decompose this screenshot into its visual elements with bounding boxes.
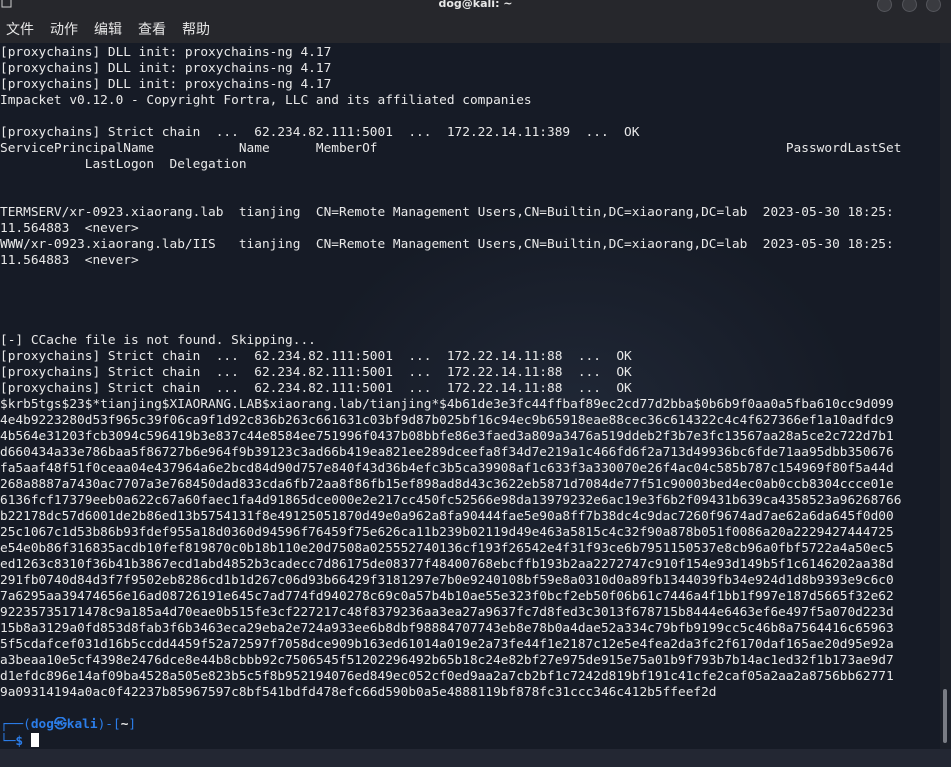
menu-action[interactable]: 动作: [48, 19, 80, 39]
terminal-line: 92235735171478c9a185a4d70eae0b515fe3cf22…: [0, 605, 894, 620]
terminal-scrollbar[interactable]: [940, 43, 951, 749]
taskbar-strip: [0, 749, 951, 767]
terminal-line: TERMSERV/xr-0923.xiaorang.lab tianjing C…: [0, 205, 894, 220]
terminal-line: 9a09314194a0ac0f42237b85967597c8bf541bdf…: [0, 685, 717, 700]
terminal-line: Impacket v0.12.0 - Copyright Fortra, LLC…: [0, 93, 532, 108]
scrollbar-thumb[interactable]: [943, 689, 947, 743]
terminal-line: [proxychains] DLL init: proxychains-ng 4…: [0, 45, 332, 60]
prompt-line-2[interactable]: └─$: [0, 733, 940, 749]
terminal-line: a3beaa10e5cf4398e2476dce8e44b8cbbb92c750…: [0, 653, 894, 668]
terminal-lines: [proxychains] DLL init: proxychains-ng 4…: [0, 45, 940, 749]
column-rule-row-2: [0, 189, 940, 205]
minimize-button[interactable]: [877, 0, 892, 12]
terminal-line: [-] CCache file is not found. Skipping..…: [0, 333, 316, 348]
terminal-line: WWW/xr-0923.xiaorang.lab/IIS tianjing CN…: [0, 237, 894, 252]
text-cursor: [30, 733, 39, 747]
window-titlebar: dog@kali: ~: [0, 0, 951, 14]
terminal-output[interactable]: [proxychains] DLL init: proxychains-ng 4…: [0, 43, 940, 749]
column-rule-row: [0, 173, 940, 189]
terminal-line: [proxychains] DLL init: proxychains-ng 4…: [0, 77, 332, 92]
terminal-line: [proxychains] Strict chain ... 62.234.82…: [0, 125, 640, 140]
menu-bar: 文件 动作 编辑 查看 帮助: [0, 14, 951, 43]
terminal-line: [proxychains] DLL init: proxychains-ng 4…: [0, 61, 332, 76]
terminal-line: [proxychains] Strict chain ... 62.234.82…: [0, 349, 632, 364]
terminal-line: 291fb0740d84d3f7f9502eb8286cd1b1d267c06d…: [0, 573, 894, 588]
menu-edit[interactable]: 编辑: [92, 19, 124, 39]
terminal-line: 7a6295aa39474656e16ad08726191e645c7ad774…: [0, 589, 894, 604]
terminal-line: 4e4b9223280d53f965c39f06ca9f1d92c836b263…: [0, 413, 894, 428]
terminal-line: b22178dc57d6001de2b86ed13b5754131f8e4912…: [0, 509, 894, 524]
terminal-line: fa5aaf48f51f0ceaa04e437964a6e2bcd84d90d7…: [0, 461, 894, 476]
terminal-line: [proxychains] Strict chain ... 62.234.82…: [0, 365, 632, 380]
terminal-line: LastLogon Delegation: [0, 157, 247, 172]
terminal-line: [proxychains] Strict chain ... 62.234.82…: [0, 381, 632, 396]
terminal-line: ServicePrincipalName Name MemberOf Passw…: [0, 141, 902, 156]
terminal-line: d1efdc896e14af09ba4528a505e823b5c5f8b952…: [0, 669, 894, 684]
prompt-line-1: ┌──(dog㉿kali)-[~]: [0, 717, 137, 732]
maximize-button[interactable]: [902, 0, 917, 12]
terminal-line: e54e0b86f316835acdb10fef819870c0b18b110e…: [0, 541, 894, 556]
terminal-line: 15b8a3129a0fd853d8fab3f6b3463eca29eba2e7…: [0, 621, 894, 636]
menu-help[interactable]: 帮助: [180, 19, 212, 39]
terminal-line: 11.564883 <never>: [0, 221, 139, 236]
terminal-line: 6136fcf17379eeb0a622c67a60faec1fa4d91865…: [0, 493, 902, 508]
terminal-line: ed1263c8310f36b41b3867ecd1abd4852b3cadec…: [0, 557, 894, 572]
terminal-line: d660434a33e786baa5f86727b6e964f9b39123c3…: [0, 445, 894, 460]
menu-view[interactable]: 查看: [136, 19, 168, 39]
terminal-line: 268a8887a7430ac7707a3e768450dad833cda6fb…: [0, 477, 894, 492]
terminal-line: 5f5cdafcef031d16b5ccdd4459f52a72597f7058…: [0, 637, 894, 652]
terminal-line: 11.564883 <never>: [0, 253, 139, 268]
window-title: dog@kali: ~: [438, 0, 513, 10]
terminal-line: 4b564e31203fcb3094c596419b3e837c44e8584e…: [0, 429, 894, 444]
close-button[interactable]: [926, 0, 941, 12]
terminal-line: $krb5tgs$23$*tianjing$XIAORANG.LAB$xiaor…: [0, 397, 894, 412]
menu-file[interactable]: 文件: [4, 19, 36, 39]
terminal-line: 25c1067c1d53b86b93fdef955a18d0360d94596f…: [0, 525, 894, 540]
